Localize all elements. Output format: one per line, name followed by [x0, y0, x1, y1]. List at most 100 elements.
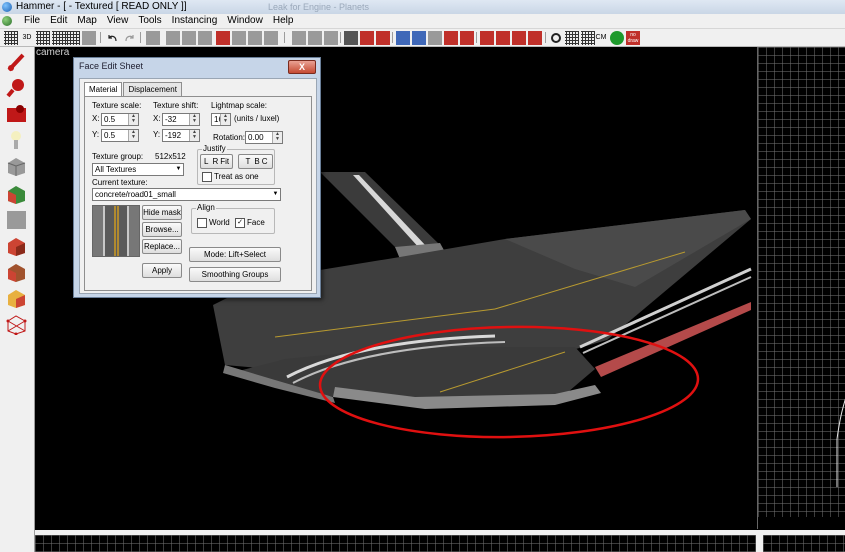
- copy-icon[interactable]: [308, 31, 322, 45]
- ignore-groups-icon[interactable]: [376, 31, 390, 45]
- hide-selected-icon[interactable]: [198, 31, 212, 45]
- menu-help[interactable]: Help: [268, 14, 299, 28]
- hide-mask-button[interactable]: Hide mask: [142, 205, 182, 220]
- justify-lr-fit-buttons: L R Fit: [200, 154, 233, 169]
- rotation-input[interactable]: 0.00 ▲ ▼: [245, 131, 283, 144]
- carve-solid-icon[interactable]: [344, 31, 358, 45]
- shift-y-input[interactable]: -192 ▲ ▼: [162, 129, 200, 142]
- scale-x-input[interactable]: 0.5 ▲ ▼: [101, 113, 139, 126]
- align-face-label: Face: [247, 218, 265, 227]
- undo-icon[interactable]: [106, 31, 120, 45]
- menu-tools[interactable]: Tools: [133, 14, 166, 28]
- dialog-body: Material Displacement Texture scale: X: …: [79, 78, 317, 294]
- group-icon[interactable]: [166, 31, 180, 45]
- toggle-helpers-icon[interactable]: [581, 31, 595, 45]
- larger-grid-icon[interactable]: [52, 31, 66, 45]
- apply-button[interactable]: Apply: [142, 263, 182, 278]
- replace-button[interactable]: Replace...: [142, 239, 182, 254]
- align-face-checkbox[interactable]: ✓: [235, 218, 245, 228]
- grid-icon[interactable]: [4, 31, 18, 45]
- bottom-left-grid-view[interactable]: [35, 535, 756, 552]
- texture-scale-lock-icon[interactable]: [264, 31, 278, 45]
- apply-decals-icon[interactable]: [5, 235, 28, 257]
- lightmap-scale-input[interactable]: 16 ▲ ▼: [211, 113, 231, 126]
- texture-lock-icon[interactable]: [248, 31, 262, 45]
- check-problems-icon[interactable]: [528, 31, 542, 45]
- mode-lift-select-button[interactable]: Mode: Lift+Select: [189, 247, 281, 262]
- camera-tool-icon[interactable]: [5, 103, 28, 125]
- chevron-down-icon: ▼: [175, 166, 182, 172]
- scale-y-input[interactable]: 0.5 ▲ ▼: [101, 129, 139, 142]
- tab-material[interactable]: Material: [84, 82, 123, 96]
- select-icon[interactable]: [396, 31, 410, 45]
- shift-x-input[interactable]: -32 ▲ ▼: [162, 113, 200, 126]
- smoothing-groups-button[interactable]: Smoothing Groups: [189, 267, 281, 282]
- magnify-icon[interactable]: [412, 31, 426, 45]
- current-texture-select[interactable]: concrete/road01_small ▼: [92, 188, 281, 201]
- lightmap-scale-label: Lightmap scale:: [211, 101, 268, 110]
- lightmap-units-label: (units / luxel): [234, 114, 280, 123]
- tab-displacement[interactable]: Displacement: [123, 82, 182, 96]
- toggle-grid-icon[interactable]: [565, 31, 579, 45]
- hollow-icon[interactable]: [360, 31, 374, 45]
- selection-tool-icon[interactable]: [5, 51, 28, 73]
- menu-map[interactable]: Map: [72, 14, 101, 28]
- texture-application-icon[interactable]: [5, 183, 28, 205]
- shift-x-spinner-icon: ▲ ▼: [189, 114, 199, 125]
- 2d-grid-viewport[interactable]: [757, 47, 845, 529]
- justify-bottom-button[interactable]: B: [254, 157, 259, 166]
- justify-right-button[interactable]: R: [212, 157, 218, 166]
- block-tool-icon[interactable]: [5, 155, 28, 177]
- ungroup-icon[interactable]: [182, 31, 196, 45]
- run-map-icon[interactable]: [610, 31, 624, 45]
- 3d-grid-button[interactable]: 3D: [20, 31, 34, 45]
- carve-icon[interactable]: [146, 31, 160, 45]
- menu-file[interactable]: File: [19, 14, 45, 28]
- cut-icon[interactable]: [292, 31, 306, 45]
- nodraw-button[interactable]: no draw: [626, 31, 640, 45]
- menu-view[interactable]: View: [102, 14, 134, 28]
- apply-overlays-icon[interactable]: [5, 261, 28, 283]
- close-button[interactable]: X: [288, 60, 316, 74]
- magnify-tool-icon[interactable]: [5, 77, 28, 99]
- texture-group-select[interactable]: All Textures ▼: [92, 163, 184, 176]
- menu-edit[interactable]: Edit: [45, 14, 72, 28]
- decal-icon[interactable]: [460, 31, 474, 45]
- grid-snap-icon[interactable]: [66, 31, 80, 45]
- cm-button[interactable]: CM: [594, 31, 608, 45]
- dialog-titlebar[interactable]: Face Edit Sheet X: [74, 58, 320, 74]
- document-icon[interactable]: [2, 16, 12, 26]
- vertex-edit-icon[interactable]: [444, 31, 458, 45]
- texture-group-label: Texture group:: [92, 152, 144, 161]
- to-entity-icon[interactable]: [232, 31, 246, 45]
- clipping-tool-icon[interactable]: [5, 287, 28, 309]
- scale-y-label: Y:: [92, 130, 100, 139]
- bottom-right-grid-view[interactable]: [763, 535, 845, 552]
- entity-tool-icon[interactable]: [5, 129, 28, 151]
- to-world-icon[interactable]: [216, 31, 230, 45]
- face-edit-sheet-dialog: Face Edit Sheet X Material Displacement …: [73, 57, 321, 298]
- texture-shift-label: Texture shift:: [153, 101, 199, 110]
- justify-group: Justify L R Fit TBC Treat as one: [197, 144, 275, 185]
- menu-window[interactable]: Window: [222, 14, 268, 28]
- align-world-checkbox[interactable]: [197, 218, 207, 228]
- justify-center-button[interactable]: C: [262, 157, 268, 166]
- treat-as-one-label: Treat as one: [214, 172, 259, 181]
- smaller-grid-icon[interactable]: [36, 31, 50, 45]
- redo-icon[interactable]: [122, 31, 136, 45]
- treat-as-one-checkbox[interactable]: [202, 172, 212, 182]
- justify-fit-button[interactable]: Fit: [220, 157, 229, 166]
- path-icon[interactable]: [496, 31, 510, 45]
- justify-top-button[interactable]: T: [245, 157, 250, 166]
- apply-current-texture-icon[interactable]: [5, 209, 28, 231]
- vertex-tool-icon[interactable]: [5, 313, 28, 335]
- justify-left-button[interactable]: L: [204, 157, 208, 166]
- menu-instancing[interactable]: Instancing: [167, 14, 223, 28]
- overlay-icon[interactable]: [480, 31, 494, 45]
- hide-items-icon[interactable]: [82, 31, 96, 45]
- clipping-icon[interactable]: [428, 31, 442, 45]
- gear-icon[interactable]: [549, 31, 563, 45]
- browse-button[interactable]: Browse...: [142, 222, 182, 237]
- entity-report-icon[interactable]: [512, 31, 526, 45]
- paste-icon[interactable]: [324, 31, 338, 45]
